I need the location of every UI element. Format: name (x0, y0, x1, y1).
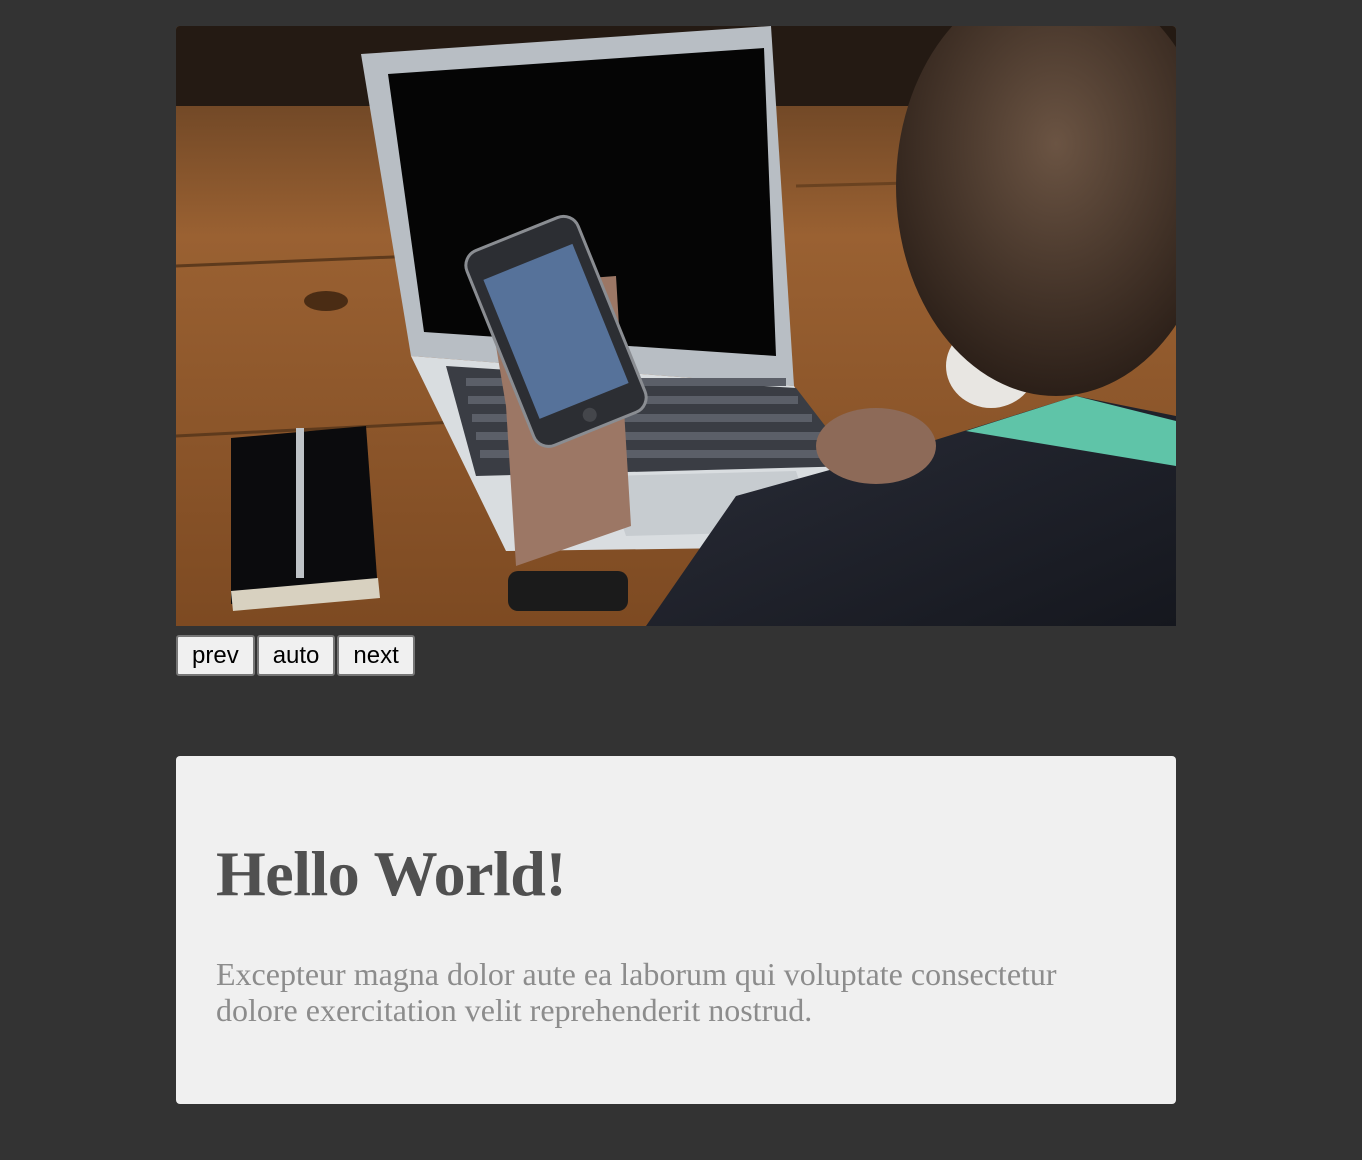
auto-button[interactable]: auto (256, 635, 336, 676)
card-body: Excepteur magna dolor aute ea laborum qu… (216, 956, 1057, 1028)
card-title: Hello World! (216, 838, 567, 909)
image-slider: prev auto next (176, 26, 1176, 676)
slide-image (176, 26, 1176, 626)
content-card: Hello World! Excepteur magna dolor aute … (176, 756, 1176, 1104)
next-button[interactable]: next (337, 635, 415, 676)
prev-button[interactable]: prev (176, 635, 255, 676)
slider-controls: prev auto next (176, 635, 1176, 676)
